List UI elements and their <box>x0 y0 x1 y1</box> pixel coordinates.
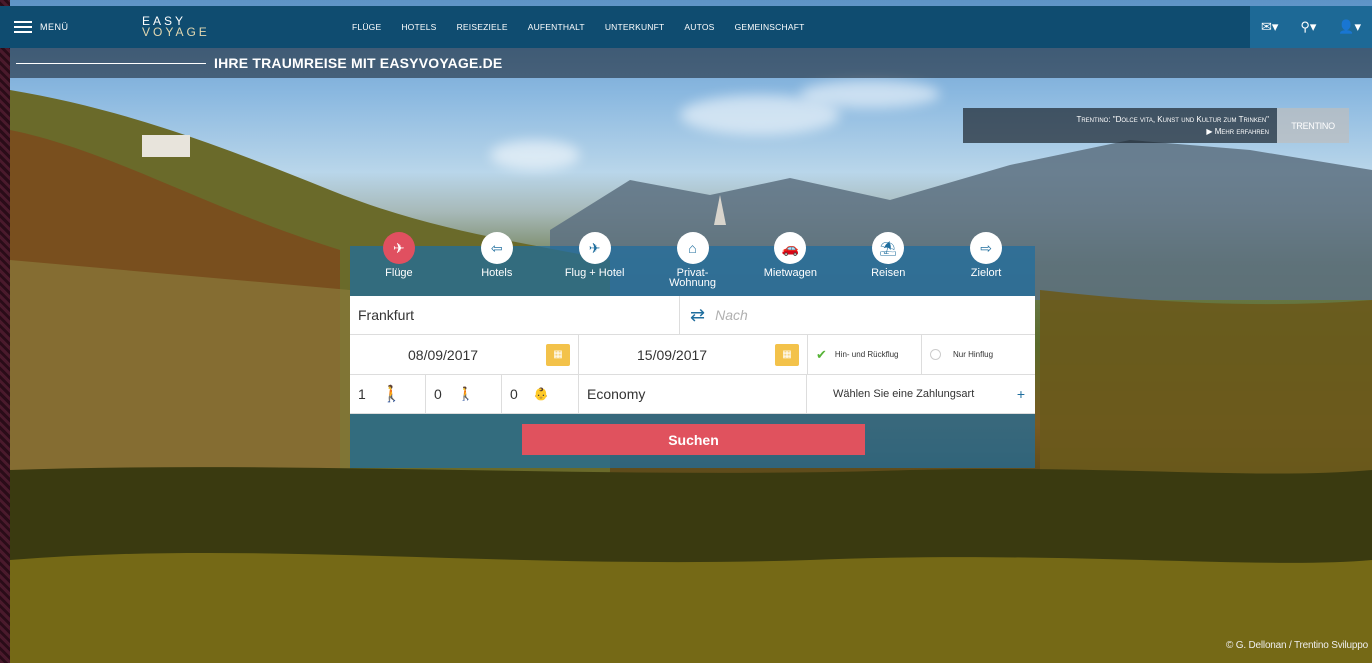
date-row: 08/09/2017 ▦ 15/09/2017 ▦ ✔ Hin- und Rüc… <box>350 335 1035 375</box>
calendar-icon[interactable]: ▦ <box>775 343 799 366</box>
search-tabs: ✈ Flüge ⇦ Hotels ✈ Flug + Hotel ⌂ Privat… <box>350 232 1035 296</box>
from-cell <box>350 296 680 334</box>
tab-label: Flüge <box>385 267 413 279</box>
tab-label: Hotels <box>481 267 513 279</box>
menu-button[interactable]: MENÜ <box>14 21 124 33</box>
search-button[interactable]: Suchen <box>522 424 865 455</box>
main-nav: FLÜGE HOTELS REISEZIELE AUFENTHALT UNTER… <box>352 22 805 32</box>
swap-icon[interactable]: ⇄ <box>690 305 705 326</box>
depart-date-field[interactable]: 08/09/2017 ▦ <box>350 335 579 374</box>
nav-fluege[interactable]: FLÜGE <box>352 22 381 32</box>
tab-label: Mietwagen <box>763 267 817 279</box>
tagline-divider <box>16 63 206 64</box>
radio-circle-icon <box>930 349 941 360</box>
promo-headline: Trentino: "Dolce vita, Kunst und Kultur … <box>1076 115 1269 124</box>
calendar-icon[interactable]: ▦ <box>546 343 570 366</box>
oneway-option[interactable]: Nur Hinflug <box>922 335 1035 374</box>
route-row: ⇄ <box>350 296 1035 335</box>
flight-hotel-icon: ✈ <box>578 232 611 264</box>
infants-field[interactable]: 0 👶 <box>502 375 579 413</box>
tab-label: Zielort <box>970 267 1002 279</box>
cabin-select[interactable]: Economy <box>579 375 807 413</box>
menu-label: MENÜ <box>40 22 69 32</box>
adults-count: 1 <box>358 386 366 402</box>
tagline-bar: IHRE TRAUMREISE MIT EASYVOYAGE.DE <box>10 48 1372 78</box>
nav-aufenthalt[interactable]: AUFENTHALT <box>528 22 585 32</box>
search-icon[interactable]: ⚲▾ <box>1300 19 1316 35</box>
tab-label: Reisen <box>871 267 906 279</box>
nav-gemeinschaft[interactable]: GEMEINSCHAFT <box>735 22 805 32</box>
roundtrip-label: Hin- und Rückflug <box>834 350 899 359</box>
tab-label: Privat- Wohnung <box>669 267 716 289</box>
children-count: 0 <box>434 386 442 402</box>
nav-hotels[interactable]: HOTELS <box>401 22 436 32</box>
nav-reiseziele[interactable]: REISEZIELE <box>457 22 508 32</box>
hotel-icon: ⇦ <box>480 232 513 264</box>
cabin-value: Economy <box>587 386 646 402</box>
plus-icon: + <box>1016 386 1025 402</box>
passenger-row: 1 🚶 0 🚶 0 👶 Economy Wählen Sie eine Zahl… <box>350 375 1035 414</box>
logo-line2: VOYAGE <box>142 25 210 39</box>
adults-field[interactable]: 1 🚶 <box>350 375 426 413</box>
hamburger-icon <box>14 21 32 33</box>
car-icon: 🚗 <box>774 232 807 264</box>
travel-icon: ⛱ <box>872 232 905 264</box>
tagline-text: IHRE TRAUMREISE MIT EASYVOYAGE.DE <box>214 55 503 71</box>
oneway-label: Nur Hinflug <box>953 350 994 359</box>
destination-icon: ⇨ <box>970 232 1003 264</box>
top-navigation-bar: MENÜ EASY VOYAGE FLÜGE HOTELS REISEZIELE… <box>0 6 1372 48</box>
plane-icon: ✈ <box>382 232 415 264</box>
nav-unterkunft[interactable]: UNTERKUNFT <box>605 22 665 32</box>
baby-icon: 👶 <box>533 387 549 401</box>
check-icon: ✔ <box>816 346 827 362</box>
search-form: ⇄ 08/09/2017 ▦ 15/09/2017 ▦ ✔ Hin- und R… <box>350 296 1035 414</box>
promo-link[interactable]: ▶ Mehr erfahren <box>963 126 1269 138</box>
nav-autos[interactable]: AUTOS <box>684 22 714 32</box>
promo-text-box: Trentino: "Dolce vita, Kunst und Kultur … <box>963 108 1277 143</box>
tab-label: Flug + Hotel <box>564 267 625 279</box>
left-edge-pattern <box>0 0 10 663</box>
tab-mietwagen[interactable]: 🚗 Mietwagen <box>741 232 839 296</box>
return-date-field[interactable]: 15/09/2017 ▦ <box>579 335 808 374</box>
from-input[interactable] <box>358 307 679 323</box>
tab-privat-wohnung[interactable]: ⌂ Privat- Wohnung <box>644 232 742 296</box>
top-icon-group: ✉▾ ⚲▾ 👤▾ <box>1250 6 1372 48</box>
payment-select[interactable]: Wählen Sie eine Zahlungsart + <box>807 375 1035 413</box>
submit-area: Suchen <box>350 414 1035 468</box>
roundtrip-option[interactable]: ✔ Hin- und Rückflug <box>808 335 922 374</box>
infants-count: 0 <box>510 386 518 402</box>
adult-icon: 🚶 <box>381 386 402 403</box>
tab-zielort[interactable]: ⇨ Zielort <box>937 232 1035 296</box>
child-icon: 🚶 <box>457 386 474 401</box>
promo-brand-logo: TRENTINO <box>1277 108 1349 143</box>
promo-banner[interactable]: Trentino: "Dolce vita, Kunst und Kultur … <box>963 108 1349 143</box>
return-date: 15/09/2017 <box>637 346 708 363</box>
user-icon[interactable]: 👤▾ <box>1338 19 1361 35</box>
mail-icon[interactable]: ✉▾ <box>1261 19 1278 35</box>
tab-fluege[interactable]: ✈ Flüge <box>350 232 448 296</box>
photo-credit: © G. Dellonan / Trentino Sviluppo <box>1226 640 1368 651</box>
tab-hotels[interactable]: ⇦ Hotels <box>448 232 546 296</box>
to-input[interactable] <box>715 307 1035 323</box>
search-widget: ✈ Flüge ⇦ Hotels ✈ Flug + Hotel ⌂ Privat… <box>350 232 1035 468</box>
children-field[interactable]: 0 🚶 <box>426 375 502 413</box>
depart-date: 08/09/2017 <box>408 346 479 363</box>
to-cell: ⇄ <box>680 296 1035 334</box>
payment-label: Wählen Sie eine Zahlungsart <box>833 388 975 400</box>
tab-flug-hotel[interactable]: ✈ Flug + Hotel <box>546 232 644 296</box>
easyvoyage-logo[interactable]: EASY VOYAGE <box>142 15 262 39</box>
apartment-icon: ⌂ <box>676 232 709 264</box>
tab-reisen[interactable]: ⛱ Reisen <box>839 232 937 296</box>
